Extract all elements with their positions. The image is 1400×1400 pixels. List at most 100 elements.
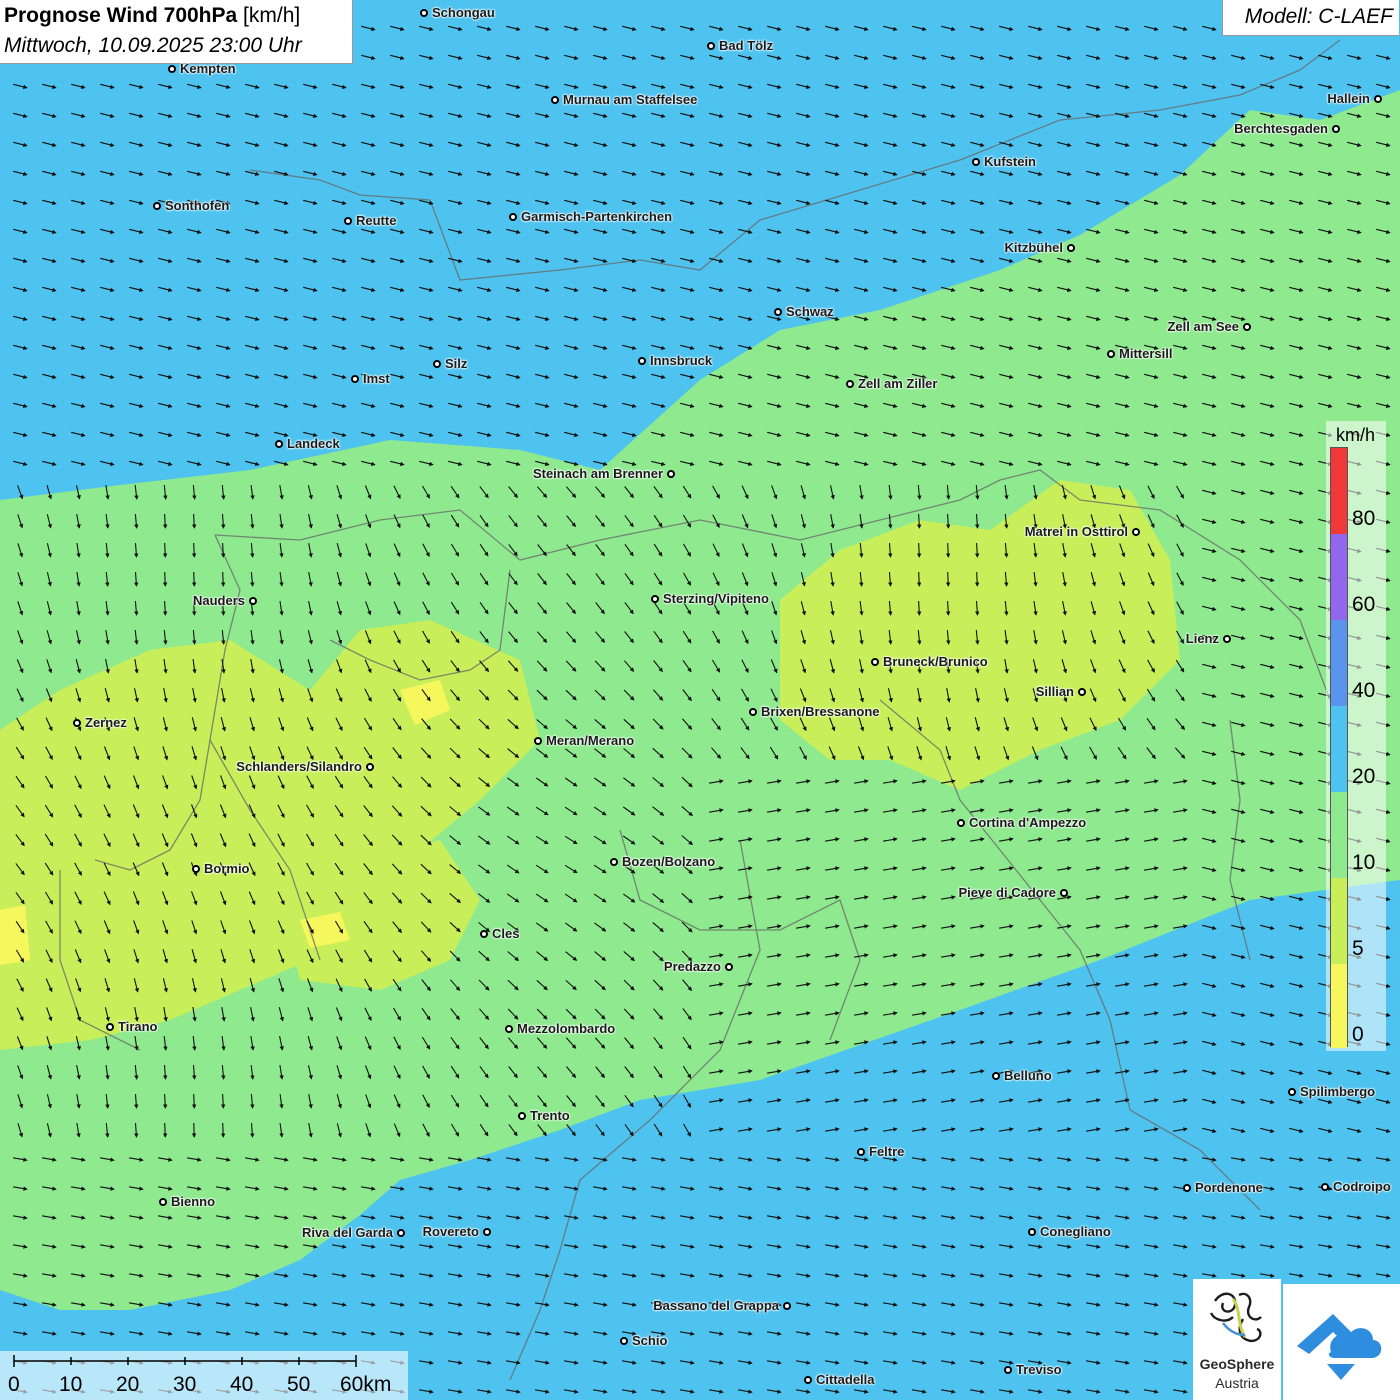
legend-colorbar	[1330, 447, 1348, 1048]
city-label-schongau: Schongau	[432, 5, 495, 20]
scale-label-60km: 60km	[340, 1373, 392, 1396]
city-label-steinach-am-brenner: Steinach am Brenner	[532, 466, 663, 481]
city-label-meran-merano: Meran/Merano	[546, 733, 635, 748]
city-label-bormio: Bormio	[204, 861, 250, 876]
wind-arrow	[974, 571, 980, 587]
wind-arrow	[220, 1122, 226, 1138]
legend-segment-10-20	[1331, 792, 1347, 878]
city-marker-brixen-bressanone	[749, 708, 757, 716]
city-label-spilimbergo: Spilimbergo	[1300, 1084, 1376, 1099]
city-marker-kitzbuhel	[1067, 244, 1075, 252]
city-marker-zell-am-ziller	[846, 380, 854, 388]
scale-label-30: 30	[173, 1373, 197, 1396]
city-marker-treviso	[1004, 1366, 1012, 1374]
scale-label-0: 0	[8, 1373, 20, 1396]
map-title: Prognose Wind 700hPa [km/h]	[4, 4, 300, 28]
city-marker-zell-am-see	[1243, 323, 1251, 331]
city-marker-bormio	[192, 865, 200, 873]
city-label-feltre: Feltre	[869, 1144, 905, 1159]
city-marker-garmisch-partenkirchen	[509, 213, 517, 221]
legend-label-20: 20	[1352, 765, 1376, 788]
city-marker-mezzolombardo	[505, 1025, 513, 1033]
city-marker-codroipo	[1321, 1183, 1329, 1191]
city-marker-predazzo	[725, 963, 733, 971]
legend-label-5: 5	[1352, 937, 1364, 960]
city-label-reutte: Reutte	[356, 213, 397, 228]
title-main: Prognose Wind 700hPa	[4, 4, 238, 27]
city-label-mezzolombardo: Mezzolombardo	[517, 1021, 616, 1036]
model-name: Modell: C-LAEF	[1244, 5, 1393, 28]
city-label-schlanders-silandro: Schlanders/Silandro	[236, 759, 362, 774]
city-marker-silz	[433, 360, 441, 368]
city-label-pordenone: Pordenone	[1195, 1180, 1263, 1195]
city-marker-pieve-di-cadore	[1060, 889, 1068, 897]
zone-calm-3	[0, 905, 30, 965]
city-marker-cortina-d-ampezzo	[957, 819, 965, 827]
city-marker-mittersill	[1107, 350, 1115, 358]
legend-label-80: 80	[1352, 507, 1376, 530]
city-label-imst: Imst	[363, 371, 390, 386]
city-label-bassano-del-grappa: Bassano del Grappa	[653, 1298, 779, 1313]
city-marker-cles	[480, 930, 488, 938]
city-label-pieve-di-cadore: Pieve di Cadore	[958, 885, 1056, 900]
city-marker-bienno	[159, 1198, 167, 1206]
city-label-bienno: Bienno	[171, 1194, 216, 1209]
city-label-trento: Trento	[530, 1108, 570, 1123]
legend-label-10: 10	[1352, 851, 1376, 874]
city-label-landeck: Landeck	[287, 436, 340, 451]
city-label-bad-tolz: Bad Tölz	[719, 38, 774, 53]
city-label-riva-del-garda: Riva del Garda	[301, 1225, 393, 1240]
city-label-kempten: Kempten	[180, 61, 236, 76]
legend-segment-5-10	[1331, 878, 1347, 964]
city-label-silz: Silz	[445, 356, 468, 371]
city-label-nauders: Nauders	[192, 593, 245, 608]
city-label-kufstein: Kufstein	[984, 154, 1036, 169]
city-label-zell-am-see: Zell am See	[1167, 319, 1239, 334]
legend-segment-0-5	[1331, 964, 1347, 1048]
city-label-cittadella: Cittadella	[816, 1372, 875, 1387]
city-label-mittersill: Mittersill	[1119, 346, 1173, 361]
scale-label-10: 10	[59, 1373, 83, 1396]
city-marker-hallein	[1374, 95, 1382, 103]
city-label-garmisch-partenkirchen: Garmisch-Partenkirchen	[521, 209, 673, 224]
city-label-schwaz: Schwaz	[786, 304, 834, 319]
city-label-predazzo: Predazzo	[663, 959, 721, 974]
city-marker-sterzing-vipiteno	[651, 595, 659, 603]
city-label-rovereto: Rovereto	[422, 1224, 479, 1239]
legend-unit: km/h	[1336, 425, 1376, 445]
city-label-zernez: Zernez	[85, 715, 127, 730]
city-marker-zernez	[73, 719, 81, 727]
city-marker-imst	[351, 375, 359, 383]
city-marker-bassano-del-grappa	[783, 1302, 791, 1310]
city-marker-steinach-am-brenner	[667, 470, 675, 478]
city-label-innsbruck: Innsbruck	[650, 353, 713, 368]
city-marker-reutte	[344, 217, 352, 225]
legend-segment-60-80	[1331, 534, 1347, 620]
city-label-sillian: Sillian	[1035, 684, 1074, 699]
wind-arrow	[162, 571, 168, 587]
city-label-murnau-am-staffelsee: Murnau am Staffelsee	[563, 92, 698, 107]
city-marker-pordenone	[1183, 1184, 1191, 1192]
city-marker-riva-del-garda	[397, 1229, 405, 1237]
city-label-berchtesgaden: Berchtesgaden	[1234, 121, 1328, 136]
model-box: Modell: C-LAEF	[1222, 0, 1399, 36]
scale-bar-ruler	[13, 1355, 357, 1367]
city-label-brixen-bressanone: Brixen/Bressanone	[761, 704, 880, 719]
wind-arrow	[945, 571, 951, 587]
legend-label-0: 0	[1352, 1023, 1364, 1046]
city-marker-conegliano	[1028, 1228, 1036, 1236]
city-marker-kempten	[168, 65, 176, 73]
city-marker-bruneck-brunico	[871, 658, 879, 666]
city-label-cortina-d-ampezzo: Cortina d'Ampezzo	[969, 815, 1087, 830]
wind-arrow	[916, 542, 922, 558]
city-marker-kufstein	[972, 158, 980, 166]
city-marker-innsbruck	[638, 357, 646, 365]
legend-segment-80-plus	[1331, 448, 1347, 534]
city-label-lienz: Lienz	[1185, 631, 1219, 646]
city-marker-lienz	[1223, 635, 1231, 643]
city-label-kitzbuhel: Kitzbühel	[1004, 240, 1064, 255]
wind-arrow	[162, 542, 168, 558]
city-label-zell-am-ziller: Zell am Ziller	[858, 376, 938, 391]
city-label-treviso: Treviso	[1016, 1362, 1062, 1377]
city-label-cles: Cles	[492, 926, 520, 941]
